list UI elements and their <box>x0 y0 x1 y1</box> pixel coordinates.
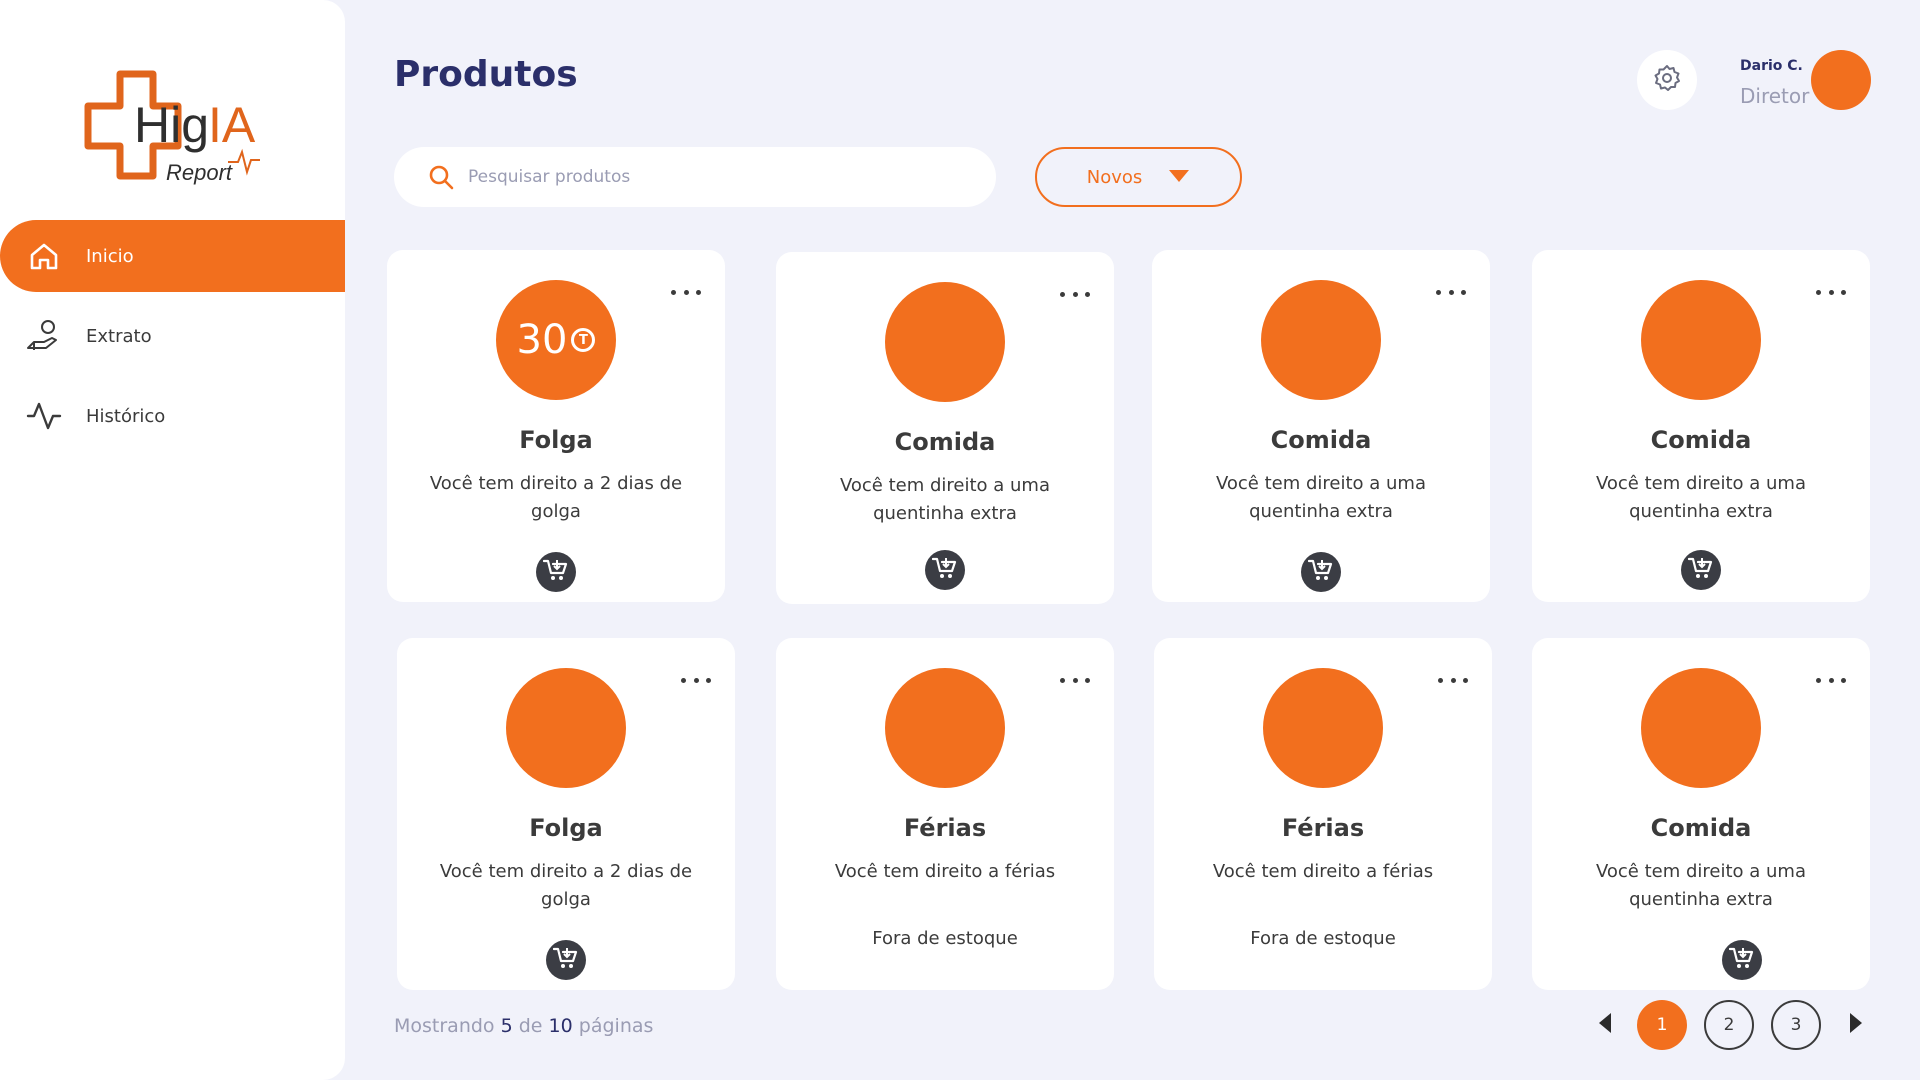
product-description: Você tem direito a férias <box>834 861 1056 882</box>
higia-report-logo[interactable]: Hig IA Report <box>78 64 268 192</box>
page-button[interactable]: 3 <box>1771 1000 1821 1050</box>
product-description: Você tem direito a uma quentinha extra <box>1215 473 1427 522</box>
cart-icon <box>542 558 569 586</box>
logo-graphic: Hig IA Report <box>84 70 260 185</box>
more-options-icon[interactable] <box>1438 674 1468 686</box>
pagination-summary: Mostrando 5 de 10 páginas <box>394 1015 653 1037</box>
sidebar-item-label: Extrato <box>86 325 152 347</box>
product-description: Você tem direito a uma quentinha extra <box>1595 861 1807 910</box>
caret-right-icon <box>1849 1012 1863 1038</box>
product-title: Férias <box>903 814 987 842</box>
product-image <box>885 282 1005 402</box>
sidebar-item-label: Inicio <box>86 245 134 267</box>
user-name: Dario C. <box>1740 58 1803 74</box>
product-title: Folga <box>529 814 603 842</box>
add-to-cart-button[interactable] <box>1722 940 1762 980</box>
product-card[interactable]: Comida Você tem direito a uma quentinha … <box>1152 250 1490 602</box>
product-title: Férias <box>1281 814 1365 842</box>
summary-prefix: Mostrando <box>394 1015 495 1037</box>
cart-icon <box>1687 556 1714 584</box>
more-options-icon[interactable] <box>1816 286 1846 298</box>
product-title: Comida <box>1650 814 1752 842</box>
add-to-cart-button[interactable] <box>1301 552 1341 592</box>
product-description: Você tem direito a férias <box>1212 861 1434 882</box>
svg-text:Hig: Hig <box>134 97 209 153</box>
cart-icon <box>552 946 579 974</box>
summary-suffix: páginas <box>578 1015 654 1037</box>
product-description: Você tem direito a uma quentinha extra <box>1595 473 1807 522</box>
more-options-icon[interactable] <box>671 286 701 298</box>
summary-middle: de <box>518 1015 543 1037</box>
sidebar-item-extrato[interactable]: Extrato <box>0 300 345 372</box>
add-to-cart-button[interactable] <box>925 550 965 590</box>
product-title: Comida <box>894 428 996 456</box>
product-card[interactable]: Comida Você tem direito a uma quentinha … <box>776 252 1114 604</box>
add-to-cart-button[interactable] <box>546 940 586 980</box>
product-title: Folga <box>519 426 593 454</box>
user-role: Diretor <box>1740 84 1810 108</box>
product-image <box>1641 280 1761 400</box>
page-title: Produtos <box>394 54 578 95</box>
product-description: Você tem direito a 2 dias de golga <box>429 473 683 522</box>
settings-button[interactable] <box>1637 50 1697 110</box>
more-options-icon[interactable] <box>1436 286 1466 298</box>
svg-text:Report: Report <box>166 160 233 185</box>
home-icon <box>26 238 62 274</box>
coin-icon: T <box>571 328 596 352</box>
sidebar-item-label: Histórico <box>86 405 166 427</box>
more-options-icon[interactable] <box>681 674 711 686</box>
summary-current: 5 <box>500 1015 513 1037</box>
sidebar: Hig IA Report Inicio Extrato Histórico <box>0 0 345 1080</box>
cart-icon <box>1307 558 1334 586</box>
filter-dropdown[interactable]: Novos <box>1035 147 1242 207</box>
cart-icon <box>931 556 958 584</box>
product-image <box>1263 668 1383 788</box>
product-image: 30 T <box>496 280 616 400</box>
gear-icon <box>1652 63 1682 97</box>
page-button[interactable]: 1 <box>1637 1000 1687 1050</box>
search-input[interactable] <box>468 167 948 187</box>
add-to-cart-button[interactable] <box>1681 550 1721 590</box>
out-of-stock-label: Fora de estoque <box>1250 928 1396 949</box>
cart-icon <box>1728 946 1755 974</box>
product-description: Você tem direito a 2 dias de golga <box>439 861 693 910</box>
product-image <box>1261 280 1381 400</box>
product-card[interactable]: Férias Você tem direito a férias Fora de… <box>776 638 1114 990</box>
product-image <box>885 668 1005 788</box>
caret-down-icon <box>1168 168 1190 187</box>
product-price: 30 <box>516 317 568 363</box>
sidebar-item-historico[interactable]: Histórico <box>0 380 345 452</box>
product-card[interactable]: Folga Você tem direito a 2 dias de golga <box>397 638 735 990</box>
product-card[interactable]: Comida Você tem direito a uma quentinha … <box>1532 250 1870 602</box>
product-image <box>1641 668 1761 788</box>
product-image <box>506 668 626 788</box>
next-page-button[interactable] <box>1846 1013 1866 1037</box>
product-card[interactable]: Comida Você tem direito a uma quentinha … <box>1532 638 1870 990</box>
activity-icon <box>26 398 62 434</box>
avatar[interactable] <box>1811 50 1871 110</box>
product-description: Você tem direito a uma quentinha extra <box>839 475 1051 524</box>
more-options-icon[interactable] <box>1060 674 1090 686</box>
sidebar-item-inicio[interactable]: Inicio <box>0 220 345 292</box>
summary-total: 10 <box>548 1015 573 1037</box>
out-of-stock-label: Fora de estoque <box>872 928 1018 949</box>
search-icon <box>428 164 454 190</box>
hand-coin-icon <box>26 318 62 354</box>
product-title: Comida <box>1650 426 1752 454</box>
search-bar <box>394 147 996 207</box>
product-title: Comida <box>1270 426 1372 454</box>
more-options-icon[interactable] <box>1060 288 1090 300</box>
product-card[interactable]: 30 T Folga Você tem direito a 2 dias de g… <box>387 250 725 602</box>
more-options-icon[interactable] <box>1816 674 1846 686</box>
product-card[interactable]: Férias Você tem direito a férias Fora de… <box>1154 638 1492 990</box>
previous-page-button[interactable] <box>1595 1013 1615 1037</box>
filter-selected-label: Novos <box>1086 166 1143 188</box>
page-button[interactable]: 2 <box>1704 1000 1754 1050</box>
caret-left-icon <box>1598 1012 1612 1038</box>
svg-text:IA: IA <box>208 97 256 153</box>
add-to-cart-button[interactable] <box>536 552 576 592</box>
